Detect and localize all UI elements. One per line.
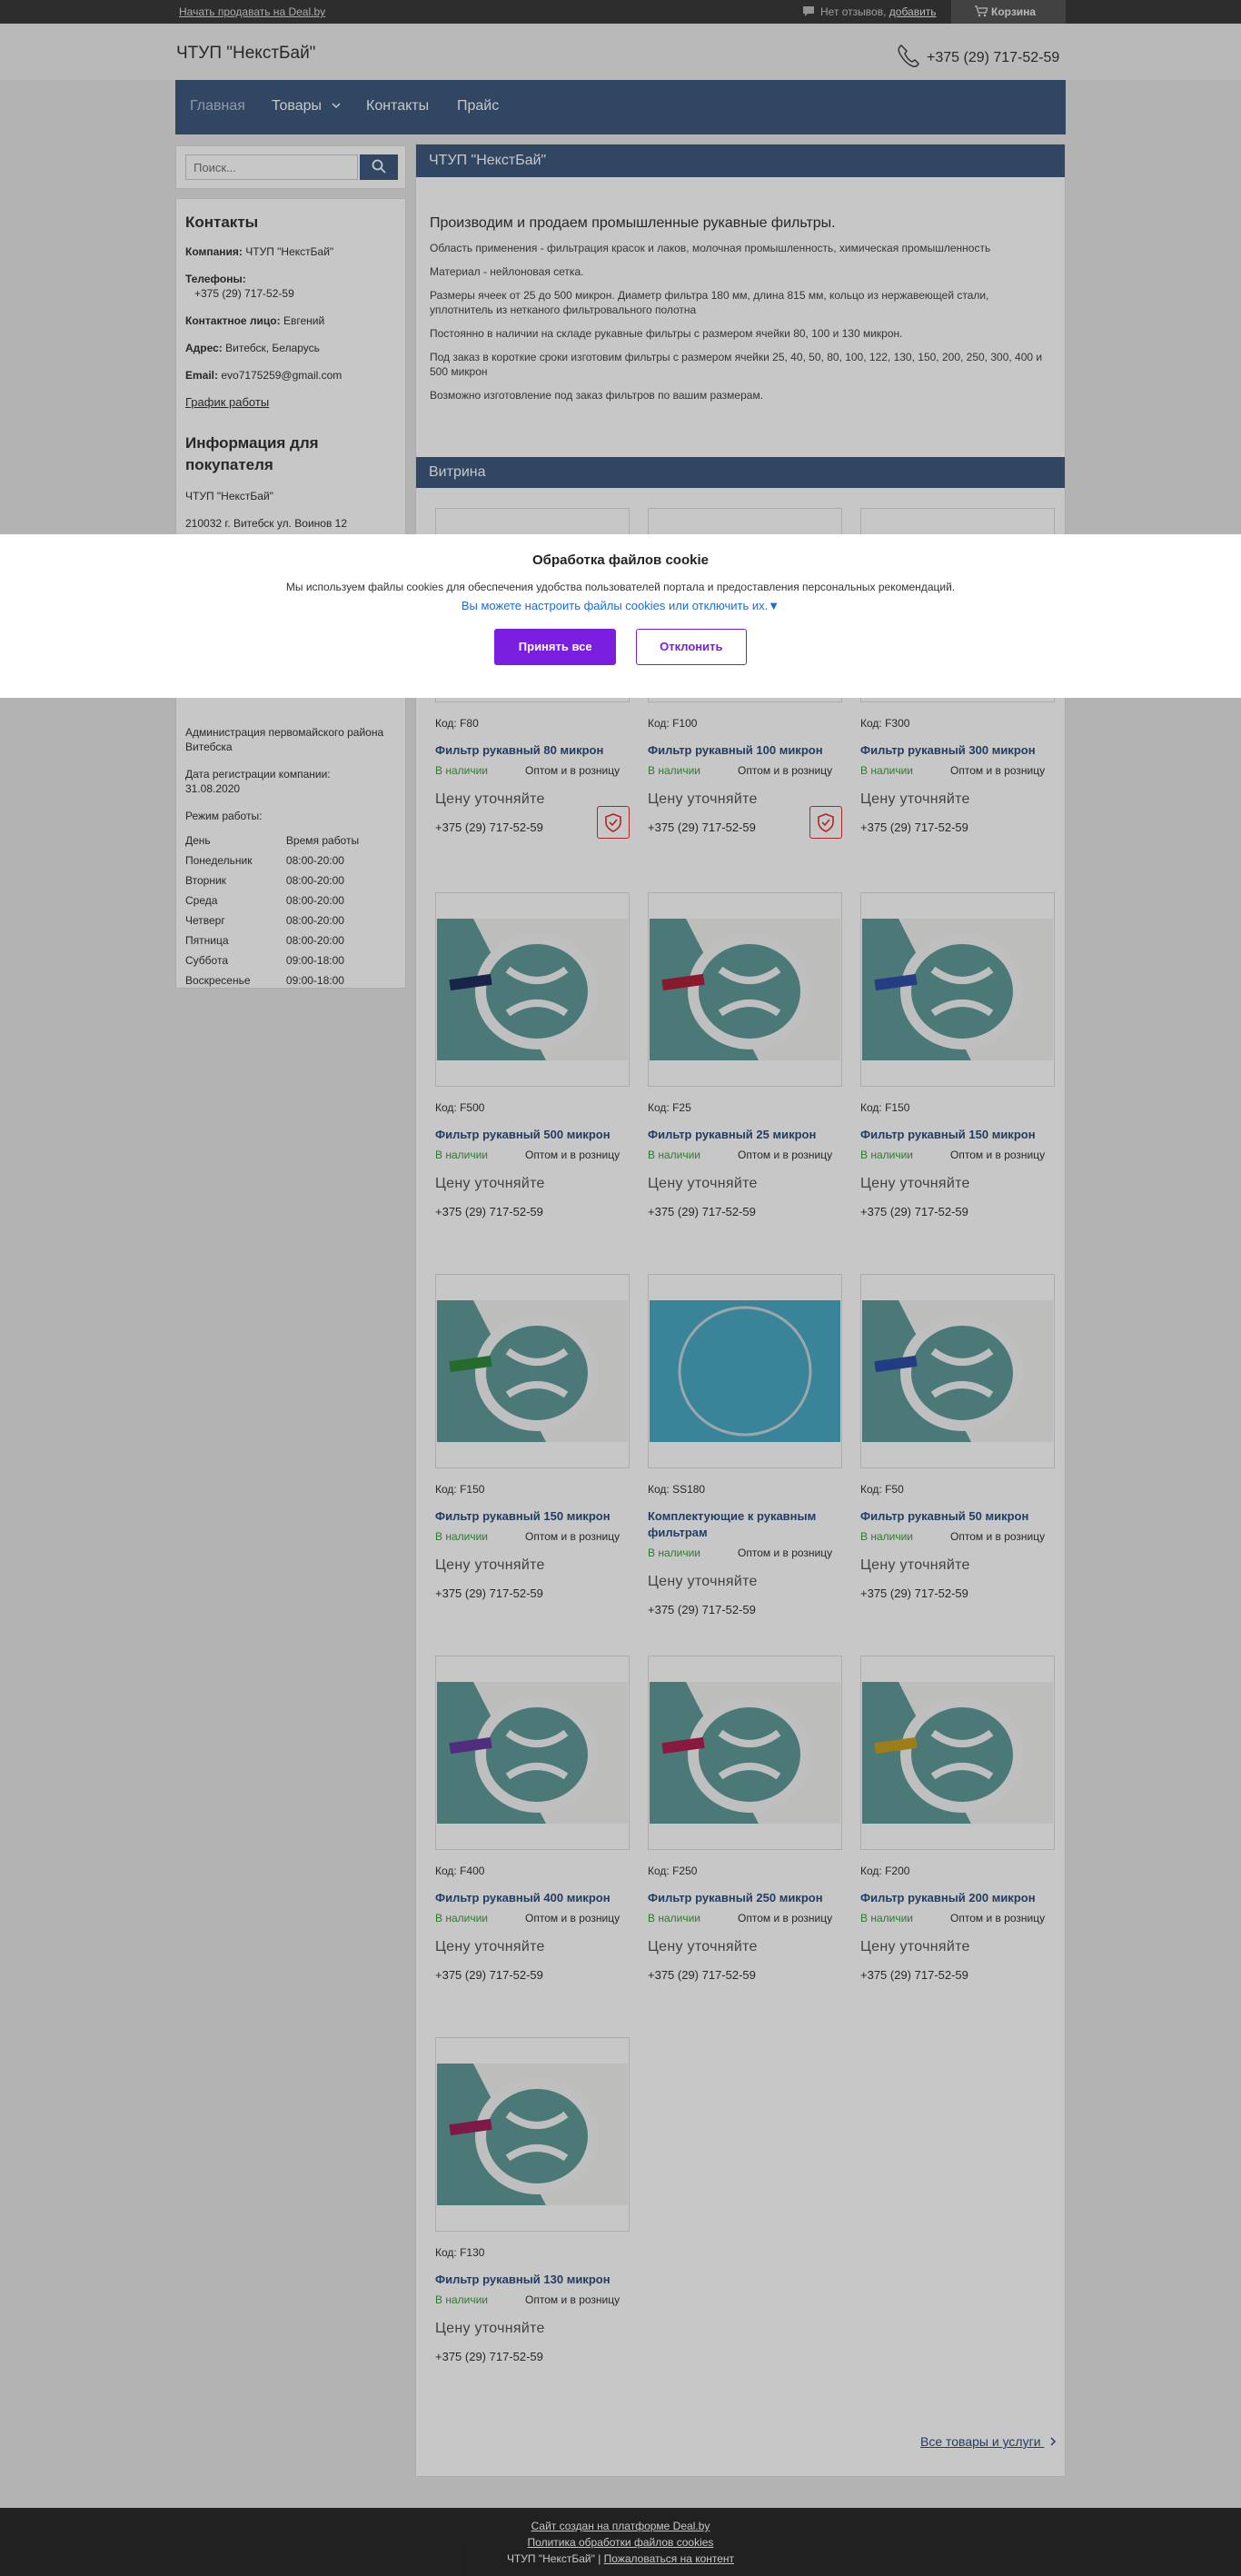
cookie-banner: Обработка файлов cookie Мы используем фа…: [0, 534, 1241, 698]
cookie-settings-link[interactable]: Вы можете настроить файлы cookies или от…: [462, 599, 779, 612]
cookie-title: Обработка файлов cookie: [532, 552, 709, 568]
decline-button[interactable]: Отклонить: [635, 629, 747, 665]
cookie-buttons: Принять все Отклонить: [0, 629, 1241, 665]
page-dim-overlay: [0, 698, 1241, 2576]
cookie-text: Мы используем файлы cookies для обеспече…: [285, 581, 956, 593]
page-dim-overlay: [0, 0, 1241, 534]
accept-all-button[interactable]: Принять все: [494, 629, 617, 665]
